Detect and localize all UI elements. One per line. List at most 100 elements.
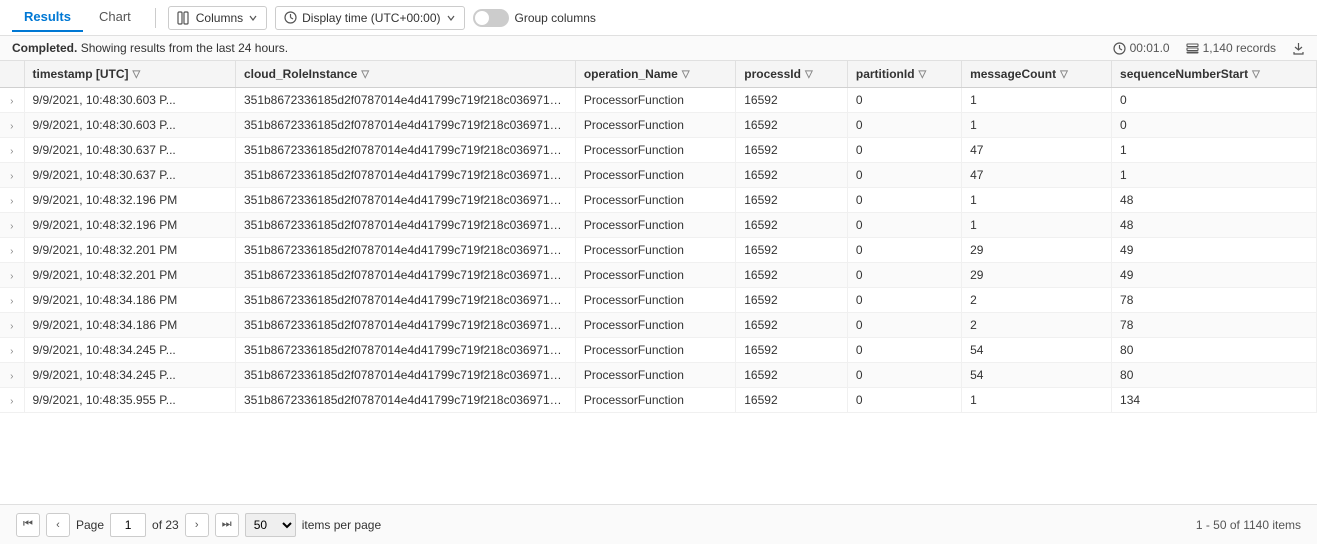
cell-timestamp: 9/9/2021, 10:48:30.637 P...: [24, 138, 235, 163]
cell-operation_name: ProcessorFunction: [575, 213, 735, 238]
cell-sequencenumberstart: 0: [1112, 113, 1317, 138]
expand-icon: ›: [10, 146, 13, 157]
cell-cloud_roleinstance: 351b8672336185d2f0787014e4d41799c719f218…: [235, 388, 575, 413]
cell-operation_name: ProcessorFunction: [575, 388, 735, 413]
th-timestamp[interactable]: timestamp [UTC] ▽: [24, 61, 235, 88]
cell-sequencenumberstart: 80: [1112, 338, 1317, 363]
expand-icon: ›: [10, 121, 13, 132]
cell-operation_name: ProcessorFunction: [575, 88, 735, 113]
status-time-value: 00:01.0: [1130, 41, 1170, 55]
group-columns-label: Group columns: [515, 11, 596, 25]
cell-messagecount: 47: [962, 163, 1112, 188]
expand-cell[interactable]: ›: [0, 263, 24, 288]
cell-messagecount: 2: [962, 313, 1112, 338]
expand-icon: ›: [10, 221, 13, 232]
status-description: Showing results from the last 24 hours.: [81, 41, 288, 55]
tab-chart[interactable]: Chart: [87, 3, 143, 32]
cell-processid: 16592: [736, 388, 848, 413]
status-export[interactable]: [1292, 42, 1305, 55]
group-columns-toggle[interactable]: Group columns: [473, 9, 596, 27]
th-partitionid[interactable]: partitionId ▽: [847, 61, 961, 88]
cell-timestamp: 9/9/2021, 10:48:30.603 P...: [24, 113, 235, 138]
status-records-icon: [1186, 42, 1199, 55]
expand-cell[interactable]: ›: [0, 288, 24, 313]
expand-icon: ›: [10, 246, 13, 257]
operation-filter-icon[interactable]: ▽: [682, 69, 690, 80]
expand-cell[interactable]: ›: [0, 313, 24, 338]
cell-operation_name: ProcessorFunction: [575, 363, 735, 388]
next-page-button[interactable]: ›: [185, 513, 209, 537]
prev-page-button[interactable]: ‹: [46, 513, 70, 537]
expand-cell[interactable]: ›: [0, 363, 24, 388]
cell-processid: 16592: [736, 113, 848, 138]
per-page-select[interactable]: 50 100 200: [245, 513, 296, 537]
cell-partitionid: 0: [847, 363, 961, 388]
cell-partitionid: 0: [847, 113, 961, 138]
cell-messagecount: 1: [962, 113, 1112, 138]
processid-filter-icon[interactable]: ▽: [805, 69, 813, 80]
page-input[interactable]: [110, 513, 146, 537]
cell-partitionid: 0: [847, 213, 961, 238]
last-page-button[interactable]: ⏭: [215, 513, 239, 537]
expand-cell[interactable]: ›: [0, 213, 24, 238]
cell-partitionid: 0: [847, 388, 961, 413]
partitionid-filter-icon[interactable]: ▽: [919, 69, 927, 80]
cell-timestamp: 9/9/2021, 10:48:30.637 P...: [24, 163, 235, 188]
th-messagecount[interactable]: messageCount ▽: [962, 61, 1112, 88]
expand-cell[interactable]: ›: [0, 163, 24, 188]
cell-sequencenumberstart: 78: [1112, 288, 1317, 313]
th-cloud-role[interactable]: cloud_RoleInstance ▽: [235, 61, 575, 88]
cloud-role-filter-icon[interactable]: ▽: [361, 69, 369, 80]
messagecount-filter-icon[interactable]: ▽: [1060, 69, 1068, 80]
status-clock-icon: [1113, 42, 1126, 55]
table-row: ›9/9/2021, 10:48:32.196 PM351b8672336185…: [0, 213, 1317, 238]
status-records: 1,140 records: [1186, 41, 1276, 55]
expand-icon: ›: [10, 346, 13, 357]
expand-icon: ›: [10, 296, 13, 307]
expand-cell[interactable]: ›: [0, 138, 24, 163]
cell-messagecount: 54: [962, 363, 1112, 388]
columns-button[interactable]: Columns: [168, 6, 267, 30]
expand-cell[interactable]: ›: [0, 388, 24, 413]
cell-sequencenumberstart: 1: [1112, 138, 1317, 163]
footer-range: 1 - 50 of 1140 items: [1196, 518, 1301, 532]
expand-cell[interactable]: ›: [0, 188, 24, 213]
export-icon: [1292, 42, 1305, 55]
cell-messagecount: 29: [962, 263, 1112, 288]
cell-cloud_roleinstance: 351b8672336185d2f0787014e4d41799c719f218…: [235, 363, 575, 388]
expand-icon: ›: [10, 371, 13, 382]
display-time-button[interactable]: Display time (UTC+00:00): [275, 6, 464, 30]
tab-divider: [155, 8, 156, 28]
expand-cell[interactable]: ›: [0, 88, 24, 113]
expand-cell[interactable]: ›: [0, 338, 24, 363]
expand-icon: ›: [10, 171, 13, 182]
timestamp-filter-icon[interactable]: ▽: [133, 69, 141, 80]
table-body: ›9/9/2021, 10:48:30.603 P...351b86723361…: [0, 88, 1317, 413]
cell-timestamp: 9/9/2021, 10:48:34.245 P...: [24, 338, 235, 363]
first-page-button[interactable]: ⏮: [16, 513, 40, 537]
cell-cloud_roleinstance: 351b8672336185d2f0787014e4d41799c719f218…: [235, 163, 575, 188]
items-per-page-label: items per page: [302, 518, 381, 532]
toggle-track[interactable]: [473, 9, 509, 27]
th-operation-name[interactable]: operation_Name ▽: [575, 61, 735, 88]
sequencenumber-filter-icon[interactable]: ▽: [1252, 69, 1260, 80]
cell-processid: 16592: [736, 88, 848, 113]
table-row: ›9/9/2021, 10:48:34.186 PM351b8672336185…: [0, 288, 1317, 313]
cell-processid: 16592: [736, 188, 848, 213]
cell-operation_name: ProcessorFunction: [575, 338, 735, 363]
cell-messagecount: 1: [962, 188, 1112, 213]
expand-cell[interactable]: ›: [0, 238, 24, 263]
expand-cell[interactable]: ›: [0, 113, 24, 138]
tab-results[interactable]: Results: [12, 3, 83, 32]
cell-timestamp: 9/9/2021, 10:48:35.955 P...: [24, 388, 235, 413]
expand-icon: ›: [10, 271, 13, 282]
cell-processid: 16592: [736, 363, 848, 388]
th-sequencenumberstart[interactable]: sequenceNumberStart ▽: [1112, 61, 1317, 88]
cell-sequencenumberstart: 0: [1112, 88, 1317, 113]
cell-partitionid: 0: [847, 163, 961, 188]
cell-messagecount: 29: [962, 238, 1112, 263]
th-processid[interactable]: processId ▽: [736, 61, 848, 88]
cell-timestamp: 9/9/2021, 10:48:32.196 PM: [24, 213, 235, 238]
cell-cloud_roleinstance: 351b8672336185d2f0787014e4d41799c719f218…: [235, 263, 575, 288]
cell-partitionid: 0: [847, 88, 961, 113]
